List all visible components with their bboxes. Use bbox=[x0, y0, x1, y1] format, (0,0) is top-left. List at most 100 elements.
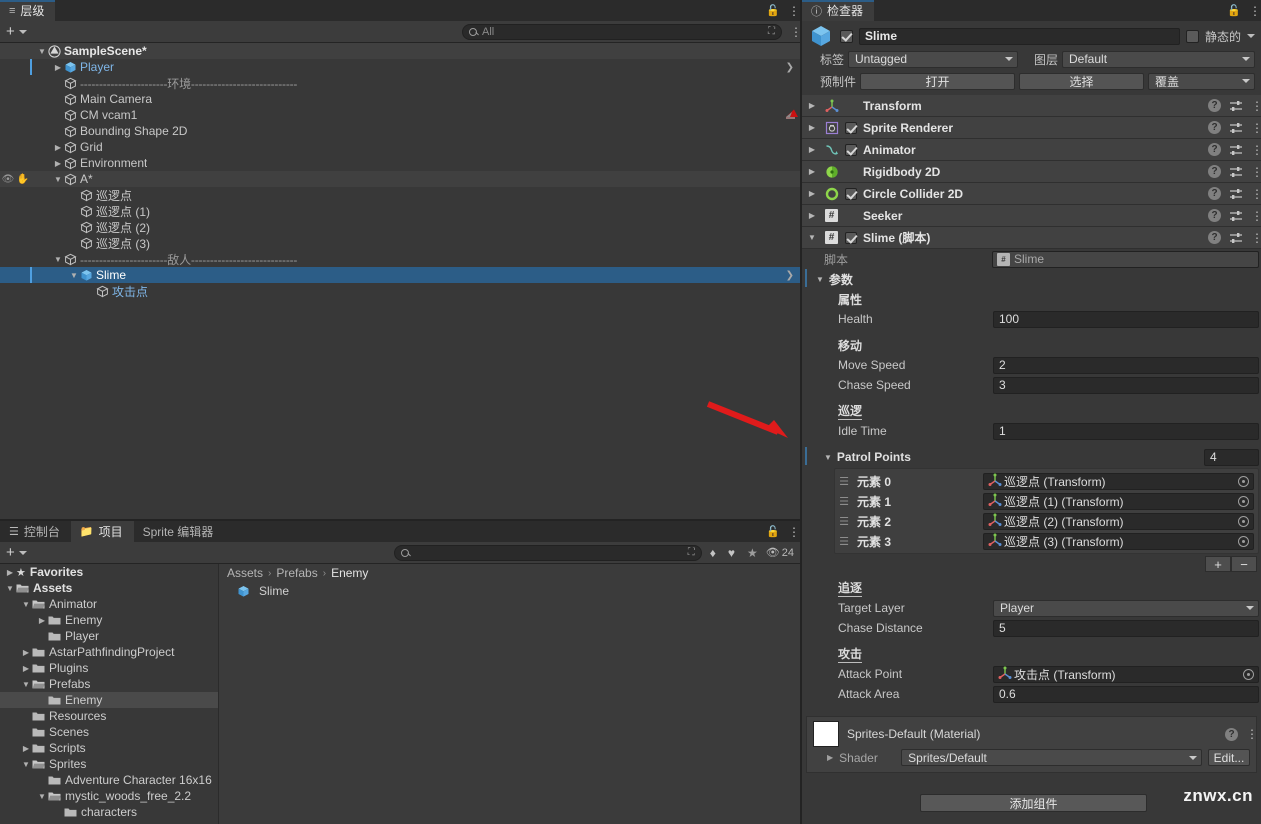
prefab-select-button[interactable]: 选择 bbox=[1019, 72, 1144, 90]
component-menu-icon[interactable]: ⋮ bbox=[1251, 122, 1261, 134]
hierarchy-row[interactable]: Grid bbox=[0, 139, 800, 155]
asset-grid[interactable]: Slime bbox=[219, 582, 800, 600]
layer-dropdown[interactable]: Default bbox=[1062, 50, 1255, 68]
drag-handle-icon[interactable]: ☰ bbox=[837, 475, 851, 488]
hierarchy-row[interactable]: -----------------------敌人---------------… bbox=[0, 251, 800, 267]
expand-toggle[interactable] bbox=[20, 680, 32, 689]
hierarchy-row[interactable]: CM vcam1 bbox=[0, 107, 800, 123]
hierarchy-row[interactable]: 巡逻点 (3) bbox=[0, 235, 800, 251]
project-tree-row[interactable]: characters bbox=[0, 804, 218, 820]
component-header[interactable]: ▶ # Seeker? ⋮ bbox=[802, 205, 1261, 227]
help-icon[interactable]: ? bbox=[1208, 187, 1221, 200]
component-header[interactable]: ▶ Rigidbody 2D? ⋮ bbox=[802, 161, 1261, 183]
hierarchy-row[interactable]: SampleScene* bbox=[0, 43, 800, 59]
project-chevron-down-icon[interactable] bbox=[18, 550, 27, 555]
expand-toggle[interactable]: ▶ bbox=[806, 189, 818, 198]
add-component-button[interactable]: 添加组件 bbox=[920, 794, 1147, 812]
shader-dropdown[interactable]: Sprites/Default bbox=[901, 749, 1202, 766]
breadcrumb-item[interactable]: Enemy bbox=[331, 566, 368, 580]
project-tree-row[interactable]: Scenes bbox=[0, 724, 218, 740]
expand-toggle[interactable] bbox=[20, 600, 32, 609]
project-tree-row[interactable]: Adventure Character 16x16 bbox=[0, 772, 218, 788]
help-icon[interactable]: ? bbox=[1225, 727, 1238, 741]
hierarchy-row[interactable]: Main Camera bbox=[0, 91, 800, 107]
project-search-input[interactable]: ⛶ bbox=[393, 544, 702, 561]
component-menu-icon[interactable]: ⋮ bbox=[1251, 232, 1261, 244]
component-menu-icon[interactable]: ⋮ bbox=[1251, 188, 1261, 200]
preset-icon[interactable] bbox=[1229, 188, 1243, 200]
preset-icon[interactable] bbox=[1229, 232, 1243, 244]
project-menu-icon[interactable]: ⋮ bbox=[788, 526, 800, 538]
hierarchy-row[interactable]: Bounding Shape 2D bbox=[0, 123, 800, 139]
object-picker-icon[interactable] bbox=[1243, 668, 1254, 680]
expand-toggle[interactable] bbox=[20, 664, 32, 673]
breadcrumb[interactable]: Assets › Prefabs › Enemy bbox=[219, 564, 800, 582]
expand-toggle[interactable] bbox=[36, 792, 48, 801]
expand-toggle[interactable] bbox=[68, 271, 80, 280]
project-content-area[interactable]: Assets › Prefabs › Enemy Slime bbox=[219, 564, 800, 824]
param-input[interactable]: 1 bbox=[993, 422, 1259, 440]
component-header[interactable]: ▶ Sprite Renderer? ⋮ bbox=[802, 117, 1261, 139]
object-picker-icon[interactable] bbox=[1238, 475, 1249, 487]
param-object-field[interactable]: 攻击点 (Transform) bbox=[993, 665, 1259, 683]
drag-handle-icon[interactable]: ☰ bbox=[837, 535, 851, 548]
breadcrumb-item[interactable]: Prefabs bbox=[276, 566, 317, 580]
breadcrumb-item[interactable]: Assets bbox=[227, 566, 263, 580]
array-element-row[interactable]: ☰ 元素 3 巡逻点 (3) (Transform) bbox=[837, 531, 1254, 551]
array-element-object-field[interactable]: 巡逻点 (2) (Transform) bbox=[983, 512, 1254, 530]
help-icon[interactable]: ? bbox=[1208, 231, 1221, 244]
create-object-button[interactable]: + bbox=[6, 24, 15, 39]
expand-toggle[interactable] bbox=[52, 63, 64, 72]
help-icon[interactable]: ? bbox=[1208, 143, 1221, 156]
expand-toggle[interactable]: ▶ bbox=[806, 167, 818, 176]
lock-icon[interactable]: 🔓 bbox=[766, 4, 780, 17]
hierarchy-options-icon[interactable]: ⋮ bbox=[790, 26, 800, 38]
param-input[interactable]: 3 bbox=[993, 376, 1259, 394]
expand-toggle[interactable] bbox=[20, 744, 32, 753]
component-enabled-checkbox[interactable] bbox=[845, 231, 857, 244]
param-input[interactable]: 2 bbox=[993, 356, 1259, 374]
gameobject-enabled-checkbox[interactable] bbox=[840, 29, 853, 43]
project-tree-row[interactable]: Scripts bbox=[0, 740, 218, 756]
param-dropdown[interactable]: Player bbox=[993, 599, 1259, 617]
horizontal-divider[interactable] bbox=[0, 519, 800, 521]
expand-toggle[interactable] bbox=[20, 648, 32, 657]
array-element-object-field[interactable]: 巡逻点 (3) (Transform) bbox=[983, 532, 1254, 550]
component-header[interactable]: ▼ # Slime (脚本)? ⋮ bbox=[802, 227, 1261, 249]
expand-toggle[interactable] bbox=[36, 47, 48, 56]
asset-type-filter-icon[interactable]: ♦ bbox=[706, 546, 720, 560]
array-element-row[interactable]: ☰ 元素 1 巡逻点 (1) (Transform) bbox=[837, 491, 1254, 511]
object-picker-icon[interactable] bbox=[1238, 495, 1249, 507]
expand-toggle[interactable]: ▶ bbox=[806, 101, 818, 110]
expand-toggle[interactable] bbox=[52, 159, 64, 168]
preset-icon[interactable] bbox=[1229, 144, 1243, 156]
prefab-open-arrow[interactable]: ❯ bbox=[786, 270, 794, 281]
tag-dropdown[interactable]: Untagged bbox=[848, 50, 1018, 68]
hierarchy-row[interactable]: -----------------------环境---------------… bbox=[0, 75, 800, 91]
project-tree-row[interactable]: Enemy bbox=[0, 692, 218, 708]
project-lock-icon[interactable]: 🔓 bbox=[766, 525, 780, 538]
expand-toggle[interactable]: ▶ bbox=[806, 145, 818, 154]
preset-icon[interactable] bbox=[1229, 166, 1243, 178]
static-dropdown-icon[interactable] bbox=[1247, 34, 1255, 38]
component-header[interactable]: ▶ Animator? ⋮ bbox=[802, 139, 1261, 161]
hierarchy-row[interactable]: 巡逻点 (2) bbox=[0, 219, 800, 235]
chevron-down-icon[interactable] bbox=[18, 29, 27, 34]
hidden-assets-count[interactable]: 👁 24 bbox=[766, 546, 794, 560]
help-icon[interactable]: ? bbox=[1208, 209, 1221, 222]
drag-handle-icon[interactable]: ☰ bbox=[837, 515, 851, 528]
component-header[interactable]: ▶ Transform? ⋮ bbox=[802, 95, 1261, 117]
shader-edit-button[interactable]: Edit... bbox=[1208, 749, 1250, 766]
hierarchy-row[interactable]: 攻击点 bbox=[0, 283, 800, 299]
expand-toggle[interactable] bbox=[52, 175, 64, 184]
array-element-row[interactable]: ☰ 元素 2 巡逻点 (2) (Transform) bbox=[837, 511, 1254, 531]
hierarchy-row[interactable]: 巡逻点 (1) bbox=[0, 203, 800, 219]
component-menu-icon[interactable]: ⋮ bbox=[1251, 100, 1261, 112]
asset-item[interactable]: Slime bbox=[219, 582, 800, 600]
help-icon[interactable]: ? bbox=[1208, 121, 1221, 134]
project-tree-row[interactable]: Plugins bbox=[0, 660, 218, 676]
material-menu-icon[interactable]: ⋮ bbox=[1246, 728, 1258, 740]
expand-toggle[interactable] bbox=[52, 255, 64, 264]
object-picker-icon[interactable] bbox=[1238, 535, 1249, 547]
object-picker-icon[interactable] bbox=[1238, 515, 1249, 527]
